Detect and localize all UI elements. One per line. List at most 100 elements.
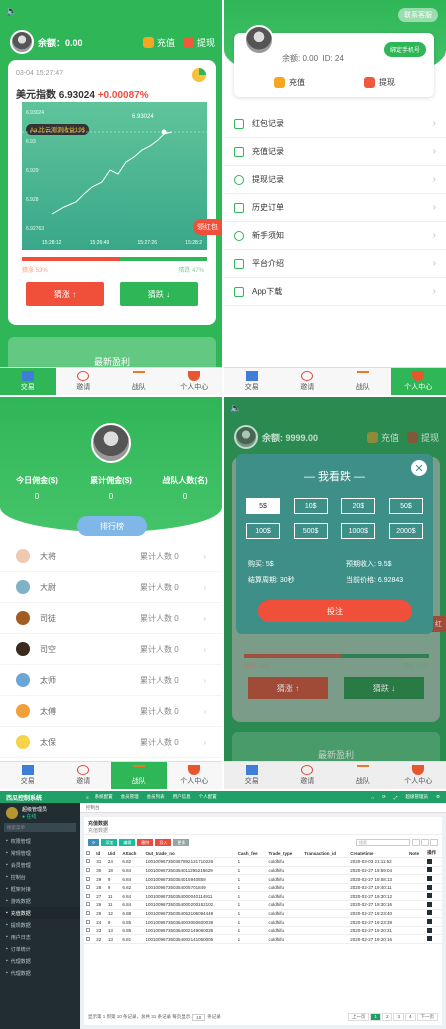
menu-withdraw-records[interactable]: 提现记录 › bbox=[224, 166, 446, 194]
row-edit-icon[interactable] bbox=[427, 927, 433, 933]
sidebar-item[interactable]: ▪ 充值数据 bbox=[0, 907, 80, 919]
avatar[interactable] bbox=[91, 423, 131, 463]
table-row[interactable]: 24 9 6.85 100100967350354003050600039 1 coldh… bbox=[84, 917, 442, 927]
amount-option[interactable]: 5$ bbox=[246, 498, 280, 514]
tab-trade[interactable]: 交易 bbox=[0, 368, 56, 395]
import-button[interactable]: 导入 bbox=[155, 838, 172, 846]
tab-profile[interactable]: 个人中心 bbox=[167, 368, 223, 395]
recharge-button[interactable]: 充值 bbox=[274, 77, 305, 88]
table-row[interactable]: 23 13 6.86 100100967350354002149060035 1 cold… bbox=[84, 926, 442, 936]
contact-button[interactable]: 联系客服 bbox=[398, 8, 438, 22]
admin-name[interactable]: 超级管理员 bbox=[405, 794, 428, 800]
table-row[interactable]: 27 11 6.84 100100967350354000040114911 1 cold… bbox=[84, 891, 442, 902]
row-edit-icon[interactable] bbox=[427, 910, 433, 916]
column-header[interactable]: Uid bbox=[105, 849, 121, 859]
rank-row[interactable]: 太保 累计人数 0 › bbox=[0, 727, 222, 758]
tab-profile[interactable]: 个人中心 bbox=[391, 762, 446, 789]
page-link[interactable]: 上一页 bbox=[347, 1013, 370, 1021]
page-link[interactable]: 4 bbox=[404, 1013, 416, 1021]
row-checkbox[interactable] bbox=[86, 936, 90, 941]
rank-row[interactable]: 太傅 累计人数 0 › bbox=[0, 696, 222, 727]
rank-row[interactable]: 大将 累计人数 0 › bbox=[0, 541, 222, 572]
row-checkbox[interactable] bbox=[86, 928, 90, 933]
row-checkbox[interactable] bbox=[86, 902, 90, 907]
tab-invite[interactable]: 邀请 bbox=[280, 368, 336, 395]
select-all-checkbox[interactable] bbox=[86, 850, 90, 855]
withdraw-button[interactable]: 提现 bbox=[364, 77, 395, 88]
delete-button[interactable]: 删除 bbox=[137, 838, 154, 846]
amount-option[interactable]: 2000$ bbox=[388, 523, 423, 539]
tab-profile[interactable]: 个人中心 bbox=[390, 368, 446, 395]
column-header[interactable]: Trade_type bbox=[266, 849, 303, 859]
export-icon[interactable] bbox=[421, 838, 429, 846]
tab-trade[interactable]: 交易 bbox=[0, 762, 56, 789]
buy-down-button[interactable]: 猜跌 ↓ bbox=[120, 282, 198, 306]
add-button[interactable]: 添加 bbox=[101, 838, 118, 846]
row-checkbox[interactable] bbox=[86, 859, 90, 864]
table-row[interactable]: 30 18 6.84 100100967350354011295215629 1 cold… bbox=[84, 866, 442, 876]
row-edit-icon[interactable] bbox=[427, 884, 433, 890]
sidebar-item[interactable]: ▪ 控制台 bbox=[0, 871, 80, 883]
table-row[interactable]: 22 13 6.81 100100967350354002141050005 1 cold… bbox=[84, 934, 442, 945]
home-icon[interactable]: ⌂ bbox=[371, 795, 374, 800]
row-checkbox[interactable] bbox=[86, 885, 90, 890]
row-edit-icon[interactable] bbox=[427, 901, 433, 907]
rank-row[interactable]: 司空 累计人数 0 › bbox=[0, 634, 222, 665]
sidebar-item[interactable]: ▪ 代理数据 bbox=[0, 967, 80, 979]
tab-team[interactable]: 战队 bbox=[335, 368, 391, 395]
tab-invite[interactable]: 邀请 bbox=[56, 762, 112, 789]
sidebar-item[interactable]: ▪ 权限管理 bbox=[0, 835, 80, 847]
withdraw-button[interactable]: 提现 bbox=[182, 36, 215, 49]
sidebar-item[interactable]: ▪ 会员管理 bbox=[0, 859, 80, 871]
menu-platform-intro[interactable]: 平台介绍 › bbox=[224, 250, 446, 278]
menu-app-download[interactable]: App下载 › bbox=[224, 278, 446, 306]
amount-option[interactable]: 1000$ bbox=[341, 523, 376, 539]
sidebar-item[interactable]: ▪ 游戏数据 bbox=[0, 895, 80, 907]
row-edit-icon[interactable] bbox=[427, 876, 433, 882]
top-nav-item[interactable]: 会员列表 bbox=[147, 794, 165, 800]
columns-icon[interactable] bbox=[412, 838, 420, 846]
settings-icon[interactable]: ⚙ bbox=[436, 794, 440, 800]
rank-row[interactable]: 司徒 累计人数 0 › bbox=[0, 603, 222, 634]
price-chart[interactable]: Aa.比云测测收益19$ 6.93024 6.93024 6.93 6.929 6.9… bbox=[22, 102, 207, 250]
menu-history-orders[interactable]: 历史订单 › bbox=[224, 194, 446, 222]
sidebar-item[interactable]: ▪ 代理数据 bbox=[0, 955, 80, 967]
row-edit-icon[interactable] bbox=[427, 858, 433, 864]
search-icon[interactable] bbox=[430, 838, 438, 846]
tab-team[interactable]: 战队 bbox=[335, 762, 391, 789]
table-row[interactable]: 26 11 6.84 100100967350354000200152102 1 cold… bbox=[84, 900, 442, 910]
top-nav-item[interactable]: 会员管理 bbox=[121, 794, 139, 800]
leaderboard-button[interactable]: 排行榜 bbox=[77, 516, 147, 536]
tab-trade[interactable]: 交易 bbox=[224, 762, 280, 789]
edit-button[interactable]: 编辑 bbox=[119, 838, 136, 846]
table-row[interactable]: 29 9 6.84 100100967350354015940859 1 coldhifu… bbox=[84, 874, 442, 884]
fullscreen-icon[interactable]: ⤢ bbox=[394, 795, 398, 800]
admin-logo[interactable]: 西瓜控制系统 bbox=[0, 791, 80, 803]
avatar[interactable] bbox=[10, 30, 34, 54]
amount-option[interactable]: 100$ bbox=[246, 523, 280, 539]
row-edit-icon[interactable] bbox=[427, 919, 433, 925]
table-search-input[interactable]: 搜索 bbox=[356, 838, 410, 846]
menu-recharge-records[interactable]: 充值记录 › bbox=[224, 138, 446, 166]
sidebar-search-input[interactable]: 搜索菜单 bbox=[4, 823, 76, 832]
refresh-button[interactable]: ⟳ bbox=[88, 838, 100, 846]
top-nav-item[interactable]: 用户信息 bbox=[173, 794, 191, 800]
tab-invite[interactable]: 邀请 bbox=[280, 762, 336, 789]
speaker-icon[interactable]: 🔈 bbox=[6, 6, 17, 17]
amount-option[interactable]: 50$ bbox=[388, 498, 423, 514]
place-bet-button[interactable]: 投注 bbox=[258, 600, 412, 622]
sidebar-item[interactable]: ▪ 订单统计 bbox=[0, 943, 80, 955]
table-row[interactable]: 28 9 6.82 100100967350354005701849 1 coldhifu… bbox=[84, 883, 442, 893]
speaker-icon[interactable]: 🔈 bbox=[230, 403, 241, 414]
sidebar-item[interactable]: ▪ 提现数据 bbox=[0, 919, 80, 931]
row-checkbox[interactable] bbox=[86, 919, 90, 924]
column-header[interactable]: Id bbox=[94, 849, 106, 859]
tab-team[interactable]: 战队 bbox=[111, 368, 167, 395]
sidebar-item[interactable]: ▪ 框架对接 bbox=[0, 883, 80, 895]
avatar[interactable] bbox=[244, 25, 274, 55]
tab-invite[interactable]: 邀请 bbox=[56, 368, 112, 395]
row-edit-icon[interactable] bbox=[427, 936, 433, 942]
column-header[interactable]: Out_trade_no bbox=[143, 849, 236, 859]
column-header[interactable]: 操作 bbox=[425, 849, 442, 859]
top-nav-item[interactable]: 系统配置 bbox=[95, 794, 113, 800]
